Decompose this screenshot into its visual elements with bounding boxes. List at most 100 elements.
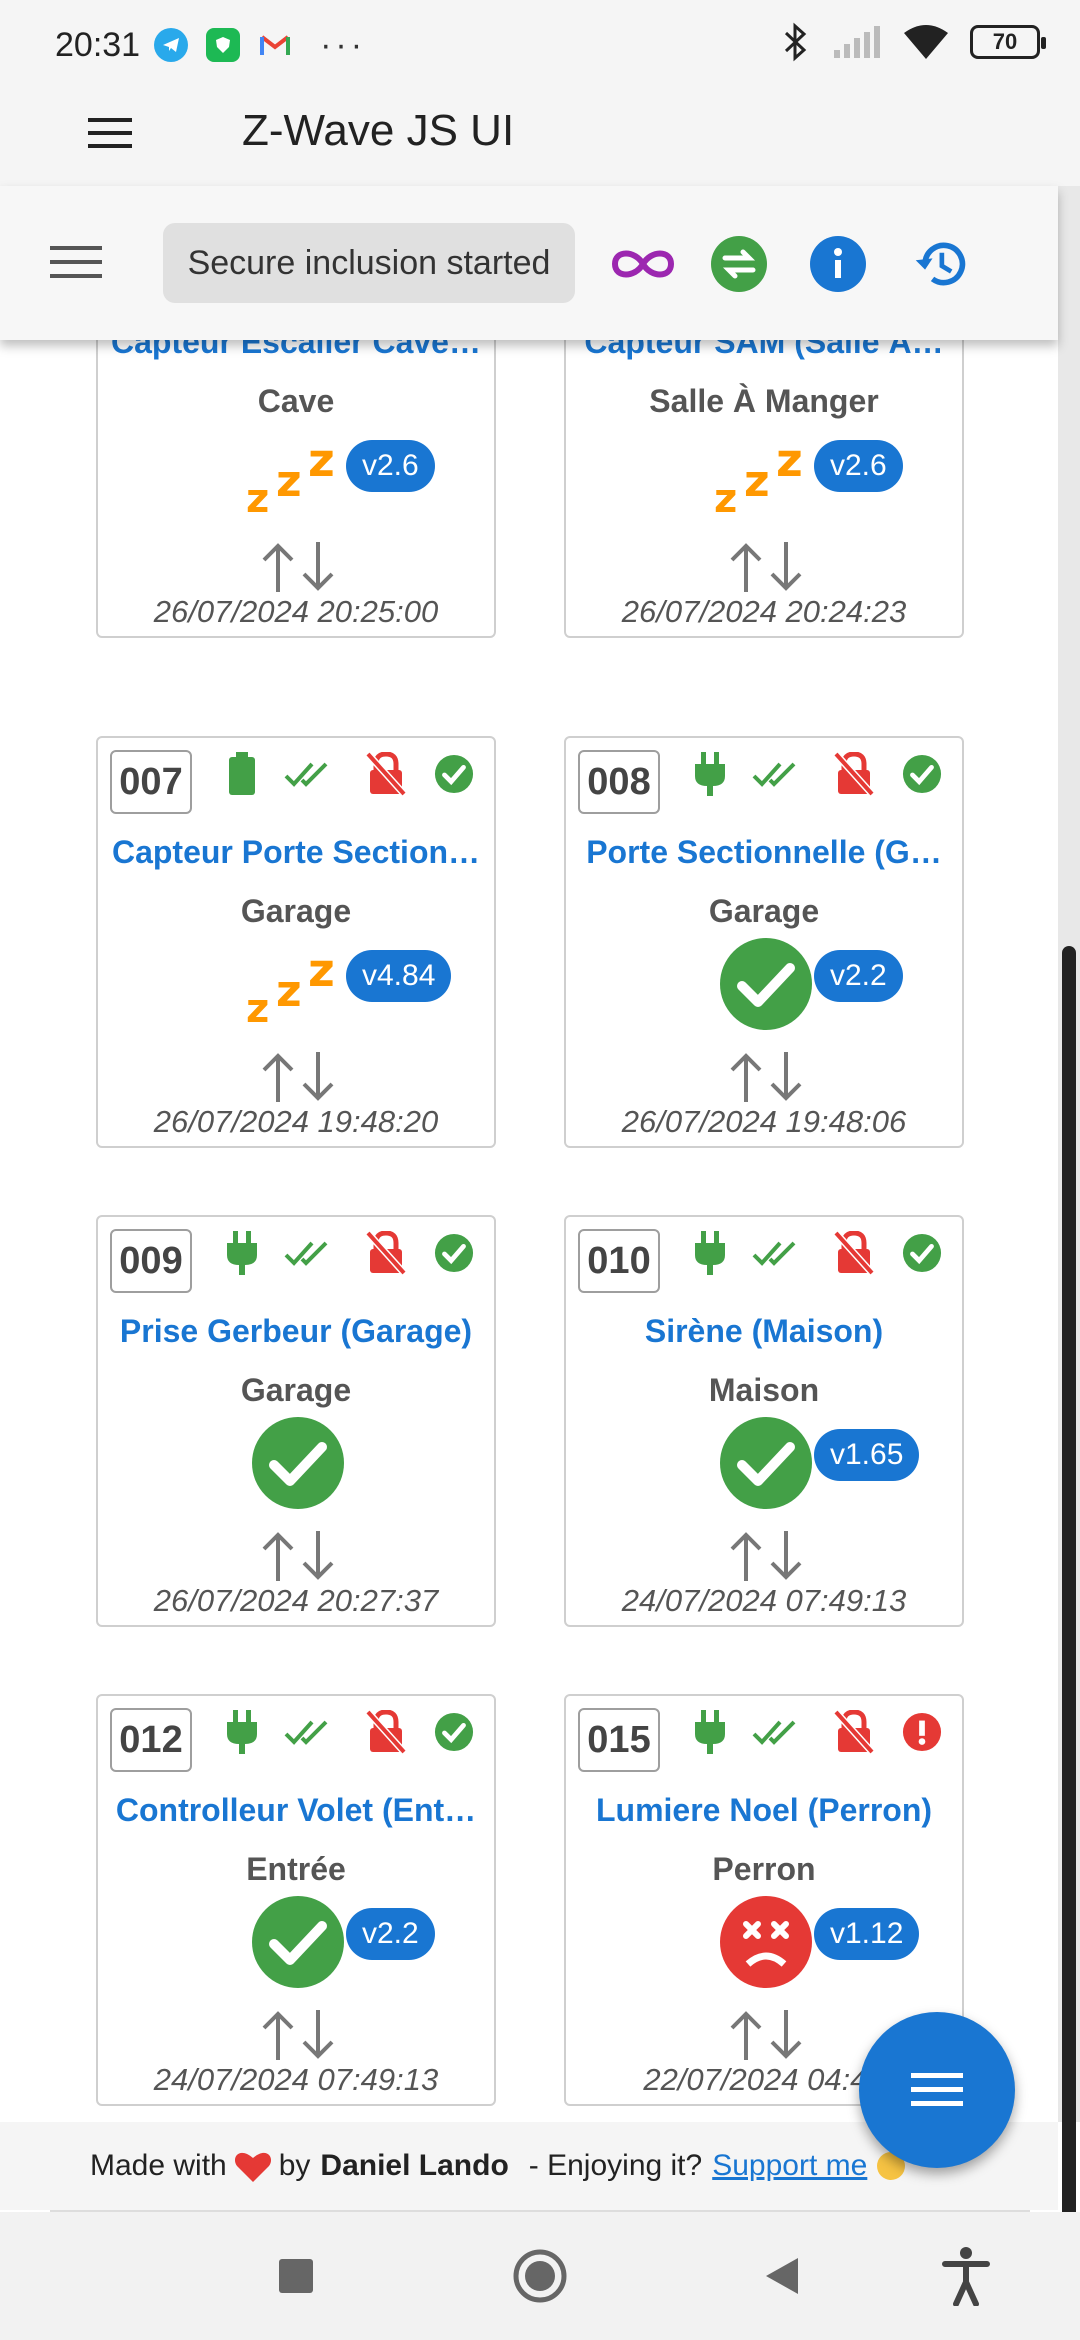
svg-text:z: z — [308, 943, 335, 997]
firmware-version-badge: v4.84 — [346, 950, 452, 1002]
svg-text:z: z — [776, 433, 803, 487]
tx-rx-arrows-icon — [716, 1050, 816, 1104]
nodes-toolbar: Secure inclusion started — [0, 186, 1058, 340]
alive-check-icon — [718, 1415, 814, 1511]
status-right: 70 — [778, 22, 1046, 62]
scrollbar[interactable] — [1058, 186, 1080, 2276]
node-name[interactable]: Capteur SAM (Salle À… — [566, 340, 962, 361]
more-notifications-icon: ··· — [320, 25, 367, 64]
node-card[interactable]: 012 Controlleur Volet (Ent… Entrée v2.2 24/0… — [96, 1694, 496, 2106]
plug-icon — [690, 1710, 730, 1754]
info-icon[interactable] — [810, 236, 866, 292]
inclusion-status-chip[interactable]: Secure inclusion started — [163, 223, 575, 303]
scrollbar-thumb[interactable] — [1062, 946, 1076, 2276]
node-id: 008 — [578, 750, 660, 814]
heart-icon — [234, 2152, 271, 2182]
drawer-menu-icon[interactable] — [88, 116, 132, 150]
tx-rx-arrows-icon — [716, 1529, 816, 1583]
node-name[interactable]: Capteur Escalier Cave… — [98, 340, 494, 361]
node-id: 010 — [578, 1229, 660, 1293]
status-time: 20:31 — [55, 25, 141, 64]
battery-indicator: 70 — [970, 25, 1046, 59]
double-check-icon — [282, 1231, 334, 1275]
node-location: Entrée — [246, 1851, 346, 1887]
svg-text:z: z — [276, 966, 302, 1017]
double-check-icon — [750, 1710, 802, 1754]
node-card[interactable]: 010 Sirène (Maison) Maison v1.65 24/07/2024 … — [564, 1215, 964, 1627]
svg-text:z: z — [744, 456, 770, 507]
alive-check-icon — [250, 1894, 346, 1990]
plug-icon — [222, 1231, 262, 1275]
footer-author: Daniel Lando — [320, 2149, 509, 2182]
node-location: Garage — [240, 1372, 352, 1408]
alive-check-icon — [718, 936, 814, 1032]
insecure-lock-icon — [834, 752, 874, 796]
node-card[interactable]: Capteur Escalier Cave… Cave z z z v2.6 26/07/2… — [96, 340, 496, 638]
node-card[interactable]: Capteur SAM (Salle À… Salle À Manger z z z v2… — [564, 340, 964, 638]
support-link[interactable]: Support me — [712, 2149, 867, 2183]
node-card[interactable]: 009 Prise Gerbeur (Garage) Garage 26/07/202… — [96, 1215, 496, 1627]
node-name[interactable]: Capteur Porte Section… — [98, 834, 494, 871]
fab-menu-button[interactable] — [859, 2012, 1015, 2168]
app-bar: Z-Wave JS UI — [0, 90, 1080, 186]
last-active-date: 24/07/2024 07:49:13 — [621, 1583, 907, 1618]
last-active-date: 26/07/2024 19:48:20 — [153, 1104, 439, 1139]
footer-enjoying: - Enjoying it? — [528, 2149, 703, 2182]
ok-status-icon — [902, 752, 942, 796]
dead-icon — [718, 1894, 814, 1990]
recents-button[interactable] — [264, 2244, 328, 2308]
firmware-version-badge: v2.2 — [814, 950, 903, 1002]
double-check-icon — [750, 752, 802, 796]
infinity-icon[interactable] — [609, 236, 677, 292]
insecure-lock-icon — [366, 752, 406, 796]
node-name[interactable]: Sirène (Maison) — [566, 1313, 962, 1350]
node-name[interactable]: Controlleur Volet (Ent… — [98, 1792, 494, 1829]
firmware-version-badge: v2.2 — [346, 1908, 435, 1960]
svg-text:z: z — [276, 456, 302, 507]
firmware-version-badge: v1.12 — [814, 1908, 920, 1960]
insecure-lock-icon — [366, 1231, 406, 1275]
svg-text:z: z — [246, 986, 269, 1032]
plug-icon — [690, 1231, 730, 1275]
node-location: Cave — [257, 383, 335, 419]
node-card[interactable]: 008 Porte Sectionnelle (G… Garage v2.2 26/07… — [564, 736, 964, 1148]
node-card[interactable]: 007 Capteur Porte Section… Garage z z z v4.84 2… — [96, 736, 496, 1148]
history-icon[interactable] — [912, 236, 968, 292]
node-name[interactable]: Lumiere Noel (Perron) — [566, 1792, 962, 1829]
last-active-date: 24/07/2024 07:49:13 — [153, 2062, 439, 2097]
footer-by: by — [278, 2149, 311, 2182]
home-button[interactable] — [508, 2244, 572, 2308]
gmail-icon — [258, 28, 292, 62]
back-button[interactable] — [750, 2244, 814, 2308]
telegram-icon — [154, 28, 189, 62]
node-name[interactable]: Prise Gerbeur (Garage) — [98, 1313, 494, 1350]
node-id: 007 — [110, 750, 192, 814]
node-location: Garage — [708, 893, 820, 929]
svg-text:z: z — [308, 433, 335, 487]
ok-status-icon — [434, 1710, 474, 1754]
node-location: Salle À Manger — [649, 383, 879, 419]
double-check-icon — [282, 752, 334, 796]
tx-rx-arrows-icon — [248, 1529, 348, 1583]
ok-status-icon — [434, 752, 474, 796]
last-active-date: 26/07/2024 19:48:06 — [621, 1104, 907, 1139]
toolbar-menu-icon[interactable] — [50, 244, 102, 280]
accessibility-button[interactable] — [934, 2244, 998, 2308]
error-status-icon — [902, 1710, 942, 1754]
double-check-icon — [750, 1231, 802, 1275]
footer-made-with: Made with — [90, 2149, 227, 2182]
last-active-date: 26/07/2024 20:27:37 — [153, 1583, 439, 1618]
app-title: Z-Wave JS UI — [242, 106, 515, 155]
battery-icon — [222, 752, 262, 796]
alive-check-icon — [250, 1415, 346, 1511]
firmware-version-badge: v1.65 — [814, 1429, 920, 1481]
insecure-lock-icon — [366, 1710, 406, 1754]
ok-status-icon — [434, 1231, 474, 1275]
back-triangle-icon — [766, 2258, 798, 2294]
node-name[interactable]: Porte Sectionnelle (G… — [566, 834, 962, 871]
node-id: 009 — [110, 1229, 192, 1293]
node-location: Maison — [708, 1372, 820, 1408]
nodes-grid: Capteur Escalier Cave… Cave z z z v2.6 26/07/2… — [0, 340, 1058, 2122]
insecure-lock-icon — [834, 1231, 874, 1275]
exchange-icon[interactable] — [711, 236, 767, 292]
